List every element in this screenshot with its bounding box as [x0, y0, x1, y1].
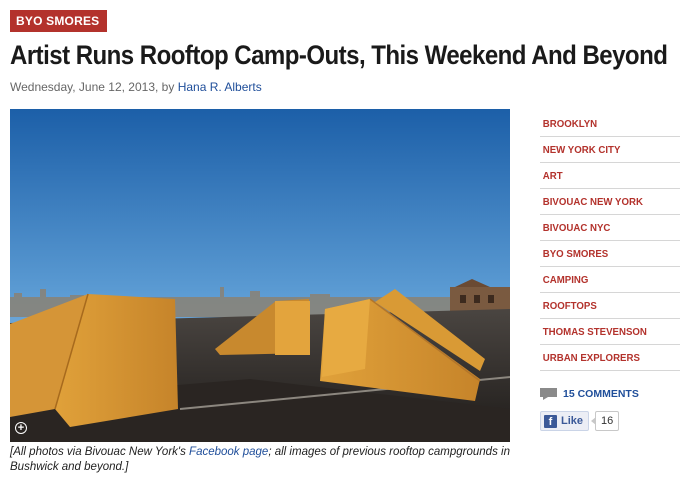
article-photo[interactable]: +: [10, 109, 510, 442]
tag-item: BROOKLYN: [540, 111, 680, 137]
tag-link-urban-explorers[interactable]: URBAN EXPLORERS: [540, 352, 640, 364]
tag-link-rooftops[interactable]: ROOFTOPS: [540, 300, 597, 312]
comments-link[interactable]: 15 COMMENTS: [540, 388, 639, 400]
like-count-badge: 16: [590, 411, 620, 431]
tag-item: URBAN EXPLORERS: [540, 345, 680, 371]
facebook-page-link[interactable]: Facebook page: [189, 446, 268, 458]
tag-item: ART: [540, 163, 680, 189]
comment-bubble-icon: [540, 388, 557, 400]
zoom-plus-icon[interactable]: +: [15, 422, 27, 434]
rooftop-campsite-image: [10, 109, 510, 442]
comments-count-label: 15 COMMENTS: [563, 388, 639, 400]
byline-date: Wednesday, June 12, 2013, by: [10, 80, 175, 94]
photo-caption: [All photos via Bivouac New York's Faceb…: [10, 445, 510, 475]
tag-link-bivouac-new-york[interactable]: BIVOUAC NEW YORK: [540, 196, 643, 208]
tag-link-brooklyn[interactable]: BROOKLYN: [540, 118, 597, 130]
tag-link-bivouac-nyc[interactable]: BIVOUAC NYC: [540, 222, 611, 234]
tag-item: NEW YORK CITY: [540, 137, 680, 163]
tag-link-camping[interactable]: CAMPING: [540, 274, 589, 286]
caption-text-1: [All photos via Bivouac New York's: [10, 446, 190, 458]
tag-item: THOMAS STEVENSON: [540, 319, 680, 345]
tag-item: BIVOUAC NEW YORK: [540, 189, 680, 215]
tag-link-byo-smores[interactable]: BYO SMORES: [540, 248, 608, 260]
facebook-like-widget: f Like 16: [540, 411, 620, 431]
facebook-icon: f: [544, 414, 557, 428]
tag-item: CAMPING: [540, 267, 680, 293]
byline: Wednesday, June 12, 2013, by Hana R. Alb…: [10, 80, 262, 94]
tag-item: BYO SMORES: [540, 241, 680, 267]
article-headline: Artist Runs Rooftop Camp-Outs, This Week…: [10, 40, 668, 70]
tag-link-art[interactable]: ART: [540, 170, 563, 182]
category-tag[interactable]: BYO SMORES: [10, 10, 108, 32]
facebook-like-button[interactable]: f Like: [540, 411, 590, 431]
tag-item: BIVOUAC NYC: [540, 215, 680, 241]
tag-link-new-york-city[interactable]: NEW YORK CITY: [540, 144, 621, 156]
tag-link-thomas-stevenson[interactable]: THOMAS STEVENSON: [540, 326, 647, 338]
tag-list: BROOKLYN NEW YORK CITY ART BIVOUAC NEW Y…: [540, 111, 680, 371]
tag-item: ROOFTOPS: [540, 293, 680, 319]
like-label: Like: [561, 415, 584, 427]
author-link[interactable]: Hana R. Alberts: [178, 80, 262, 94]
